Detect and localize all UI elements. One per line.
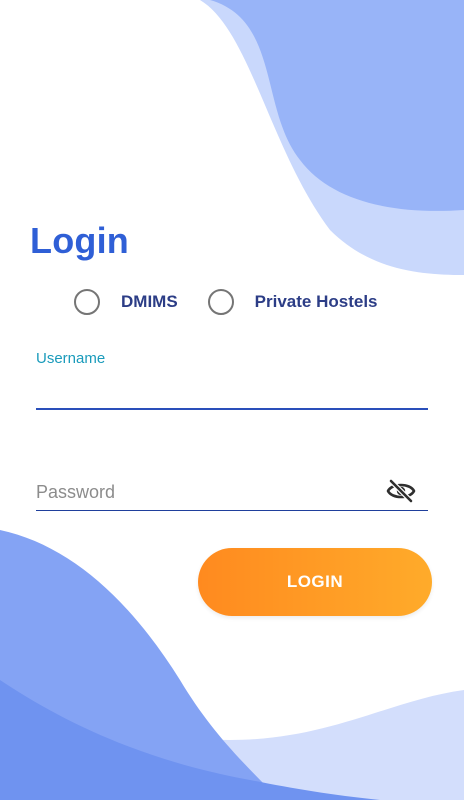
username-label: Username — [36, 350, 106, 367]
username-input[interactable] — [36, 374, 428, 404]
radio-option-dmims[interactable]: DMIMS — [74, 289, 178, 315]
radio-label-dmims: DMIMS — [121, 292, 178, 311]
page-title: Login — [30, 220, 129, 261]
login-button[interactable]: LOGIN — [198, 548, 432, 616]
login-button-label: LOGIN — [286, 572, 344, 591]
username-underline — [36, 408, 428, 410]
password-underline — [36, 510, 428, 511]
radio-label-private-hostels: Private Hostels — [254, 292, 378, 311]
radio-button-dmims[interactable] — [74, 289, 100, 315]
login-screen: Login DMIMS Private Hostels Username LOG… — [0, 0, 464, 800]
radio-button-private-hostels[interactable] — [207, 289, 234, 315]
radio-option-private-hostels[interactable]: Private Hostels — [207, 289, 378, 315]
password-input[interactable] — [36, 478, 376, 506]
hostel-type-radio-group: DMIMS Private Hostels — [74, 287, 378, 317]
eye-off-icon[interactable] — [386, 478, 416, 504]
